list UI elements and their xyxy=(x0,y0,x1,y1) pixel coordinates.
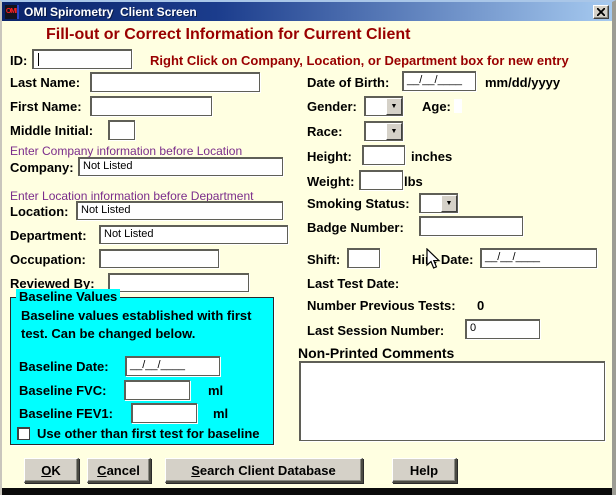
first-name-label: First Name: xyxy=(10,99,82,114)
text-caret xyxy=(38,53,39,66)
baseline-group-title: Baseline Values xyxy=(16,289,120,304)
baseline-date-label: Baseline Date: xyxy=(19,359,109,374)
right-click-hint: Right Click on Company, Location, or Dep… xyxy=(150,53,569,68)
mouse-cursor-icon xyxy=(426,248,441,270)
window-title: OMI Spirometry Client Screen xyxy=(24,5,593,19)
company-label: Company: xyxy=(10,160,74,175)
id-input[interactable] xyxy=(32,49,132,69)
baseline-fev1-unit: ml xyxy=(213,406,228,421)
occupation-input[interactable] xyxy=(99,249,219,268)
page-title: Fill-out or Correct Information for Curr… xyxy=(46,26,410,44)
middle-initial-input[interactable] xyxy=(108,120,135,140)
dob-input[interactable]: __/__/____ xyxy=(402,71,476,91)
age-value xyxy=(454,99,462,113)
first-name-input[interactable] xyxy=(90,96,212,116)
company-input[interactable]: Not Listed xyxy=(78,157,283,176)
gender-label: Gender: xyxy=(307,99,357,114)
weight-input[interactable] xyxy=(359,170,403,190)
help-button[interactable]: Help xyxy=(392,458,457,483)
baseline-description-1: Baseline values established with first xyxy=(21,308,251,323)
last-name-label: Last Name: xyxy=(10,75,80,90)
gender-dropdown[interactable]: ▼ xyxy=(364,96,403,116)
location-input[interactable]: Not Listed xyxy=(76,201,283,220)
middle-initial-label: Middle Initial: xyxy=(10,123,93,138)
window-bottom-edge xyxy=(0,488,616,495)
department-input[interactable]: Not Listed xyxy=(99,225,288,244)
baseline-fev1-label: Baseline FEV1: xyxy=(19,406,113,421)
race-label: Race: xyxy=(307,124,342,139)
occupation-label: Occupation: xyxy=(10,252,86,267)
comments-textarea[interactable] xyxy=(299,361,605,441)
age-label: Age: xyxy=(422,99,451,114)
shift-label: Shift: xyxy=(307,252,340,267)
ok-button[interactable]: OK xyxy=(24,458,79,483)
department-label: Department: xyxy=(10,228,87,243)
last-session-input[interactable]: 0 xyxy=(465,319,540,339)
dob-label: Date of Birth: xyxy=(307,75,389,90)
height-unit-label: inches xyxy=(411,149,452,164)
baseline-fvc-label: Baseline FVC: xyxy=(19,383,106,398)
location-label: Location: xyxy=(10,204,69,219)
close-button[interactable] xyxy=(593,5,609,19)
chevron-down-icon[interactable]: ▼ xyxy=(386,98,402,115)
prev-tests-label: Number Previous Tests: xyxy=(307,298,456,313)
cancel-button[interactable]: Cancel xyxy=(87,458,151,483)
baseline-date-input[interactable]: __/__/____ xyxy=(125,356,220,376)
last-name-input[interactable] xyxy=(90,72,260,92)
shift-input[interactable] xyxy=(347,248,380,268)
baseline-other-test-checkbox[interactable] xyxy=(17,427,30,440)
badge-number-input[interactable] xyxy=(419,216,523,236)
badge-number-label: Badge Number: xyxy=(307,220,404,235)
dialog-body: Fill-out or Correct Information for Curr… xyxy=(2,21,612,495)
company-hint: Enter Company information before Locatio… xyxy=(10,144,242,158)
hire-date-input[interactable]: __/__/____ xyxy=(480,248,597,268)
chevron-down-icon[interactable]: ▼ xyxy=(441,195,457,212)
prev-tests-value: 0 xyxy=(477,298,484,313)
dob-format-label: mm/dd/yyyy xyxy=(485,75,560,90)
search-client-database-button[interactable]: Search Client Database xyxy=(165,458,363,483)
baseline-checkbox-label: Use other than first test for baseline xyxy=(37,426,260,441)
smoking-status-dropdown[interactable]: ▼ xyxy=(419,193,458,213)
weight-label: Weight: xyxy=(307,174,354,189)
chevron-down-icon[interactable]: ▼ xyxy=(386,123,402,140)
hire-date-label: Hire Date: xyxy=(412,252,473,267)
race-dropdown[interactable]: ▼ xyxy=(364,121,403,141)
baseline-fvc-input[interactable] xyxy=(124,380,190,400)
weight-unit-label: lbs xyxy=(404,174,423,189)
height-input[interactable] xyxy=(362,145,405,165)
baseline-description-2: test. Can be changed below. xyxy=(21,326,195,341)
reviewed-by-input[interactable] xyxy=(108,273,249,292)
baseline-fvc-unit: ml xyxy=(208,383,223,398)
smoking-status-label: Smoking Status: xyxy=(307,196,410,211)
id-label: ID: xyxy=(10,53,27,68)
close-icon xyxy=(597,8,605,16)
comments-label: Non-Printed Comments xyxy=(298,345,454,361)
baseline-fev1-input[interactable] xyxy=(131,403,197,423)
client-screen-window: OMI OMI Spirometry Client Screen Fill-ou… xyxy=(0,0,616,495)
last-test-date-label: Last Test Date: xyxy=(307,276,399,291)
last-session-label: Last Session Number: xyxy=(307,323,444,338)
titlebar: OMI OMI Spirometry Client Screen xyxy=(2,2,612,21)
height-label: Height: xyxy=(307,149,352,164)
app-icon: OMI xyxy=(5,5,19,19)
baseline-values-group: Baseline Values Baseline values establis… xyxy=(10,297,274,445)
